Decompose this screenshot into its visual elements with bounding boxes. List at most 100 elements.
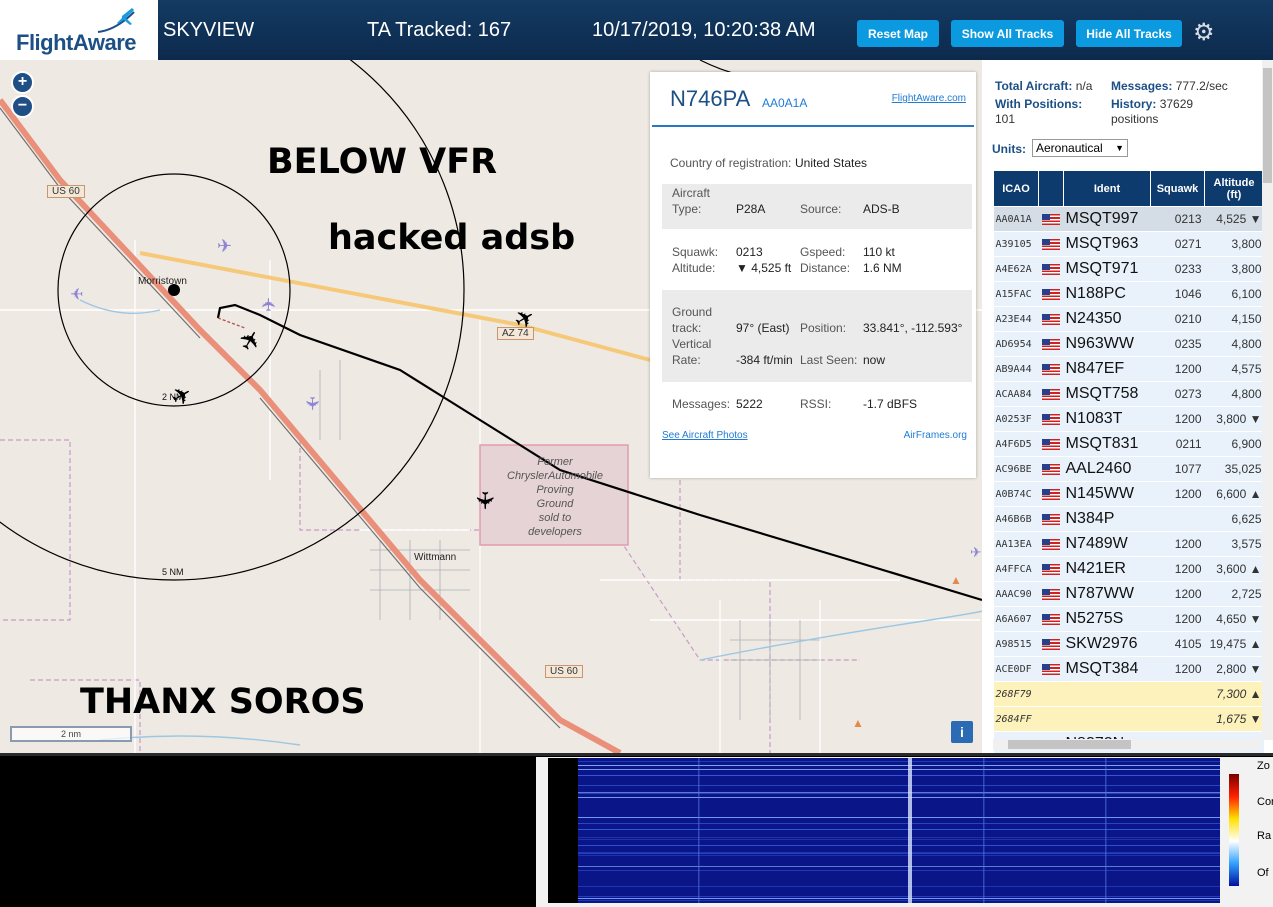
table-row[interactable]: AA0A1A MSQT997 0213 4,525 ▼ <box>993 206 1264 232</box>
waterfall-carrier <box>908 758 912 903</box>
waterfall-line <box>578 823 1220 824</box>
zoom-out-button[interactable]: − <box>11 95 34 118</box>
airframes-link[interactable]: AirFrames.org <box>904 430 967 441</box>
us-flag-icon <box>1042 514 1060 526</box>
show-all-tracks-button[interactable]: Show All Tracks <box>951 20 1064 47</box>
icao-cell: A15FAC <box>993 281 1039 307</box>
table-row[interactable]: A0B74C N145WW 1200 6,600 ▲ <box>993 481 1264 507</box>
altitude-cell: 4,800 <box>1204 331 1264 357</box>
aircraft-icon[interactable]: ✈ <box>970 544 982 561</box>
waterfall-carrier <box>1105 758 1107 903</box>
ident-cell <box>1063 706 1151 732</box>
gear-icon[interactable]: ⚙ <box>1193 18 1215 47</box>
icao-cell: AB9A44 <box>993 356 1039 382</box>
col-icao[interactable]: ICAO <box>993 170 1039 207</box>
table-row[interactable]: A0253F N1083T 1200 3,800 ▼ <box>993 406 1264 432</box>
waterfall-line <box>578 792 1220 793</box>
zoom-in-button[interactable]: + <box>11 71 34 94</box>
col-ident[interactable]: Ident <box>1063 170 1151 207</box>
squawk-cell: 0233 <box>1150 256 1205 282</box>
table-row[interactable]: A4FFCA N421ER 1200 3,600 ▲ <box>993 556 1264 582</box>
table-row[interactable]: A46B6B N384P 6,625 <box>993 506 1264 532</box>
squawk-cell: 4105 <box>1150 631 1205 657</box>
icao-cell: A39105 <box>993 231 1039 257</box>
aircraft-icon[interactable]: ✈ <box>70 283 83 303</box>
aircraft-photos-link[interactable]: See Aircraft Photos <box>662 430 748 441</box>
table-row[interactable]: AB9A44 N847EF 1200 4,575 <box>993 356 1264 382</box>
ident-cell: N963WW <box>1063 331 1151 357</box>
track-value: 97° (East) <box>736 321 790 335</box>
messages-rate-label: Messages: 777.2/sec <box>1111 79 1228 93</box>
altitude-cell: 2,725 <box>1204 581 1264 607</box>
table-row[interactable]: ACE0DF MSQT384 1200 2,800 ▼ <box>993 656 1264 682</box>
squawk-cell: 1200 <box>1150 606 1205 632</box>
ident-cell: MSQT997 <box>1063 206 1151 232</box>
ident-cell: MSQT831 <box>1063 431 1151 457</box>
table-row[interactable]: AD6954 N963WW 0235 4,800 <box>993 331 1264 357</box>
altitude-cell: 4,800 <box>1204 381 1264 407</box>
sidebar-scroll-thumb[interactable] <box>1263 68 1272 183</box>
flag-cell <box>1038 406 1064 432</box>
col-squawk[interactable]: Squawk <box>1150 170 1205 207</box>
messages-rate-label-text: Messages: <box>1111 79 1173 93</box>
color-scale-bar <box>1229 774 1239 886</box>
info-button[interactable]: i <box>951 721 973 743</box>
table-row[interactable]: A4F6D5 MSQT831 0211 6,900 <box>993 431 1264 457</box>
squawk-cell: 1200 <box>1150 556 1205 582</box>
icao-cell: A98515 <box>993 631 1039 657</box>
table-row[interactable]: A98515 SKW2976 4105 19,475 ▲ <box>993 631 1264 657</box>
altitude-cell: 1,675 ▼ <box>1204 706 1264 732</box>
squawk-cell: 0273 <box>1150 381 1205 407</box>
col-altitude[interactable]: Altitude (ft) <box>1204 170 1264 207</box>
table-row[interactable]: A39105 MSQT963 0271 3,800 <box>993 231 1264 257</box>
table-row[interactable]: A15FAC N188PC 1046 6,100 <box>993 281 1264 307</box>
us-flag-icon <box>1042 364 1060 376</box>
ident-cell: SKW2976 <box>1063 631 1151 657</box>
altitude-cell: 35,025 <box>1204 456 1264 482</box>
flag-cell <box>1038 331 1064 357</box>
header-bar: FlightAware SKYVIEW TA Tracked: 167 10/1… <box>0 0 1273 60</box>
squawk-cell: 1200 <box>1150 531 1205 557</box>
us-flag-icon <box>1042 389 1060 401</box>
squawk-cell: 1077 <box>1150 456 1205 482</box>
squawk-cell <box>1150 506 1205 532</box>
altitude-cell: 6,100 <box>1204 281 1264 307</box>
units-select[interactable]: Aeronautical ▼ <box>1032 139 1128 157</box>
col-flag[interactable] <box>1038 170 1064 207</box>
reset-map-button[interactable]: Reset Map <box>857 20 939 47</box>
squawk-cell: 0235 <box>1150 331 1205 357</box>
flag-cell <box>1038 556 1064 582</box>
aircraft-icon[interactable]: ▲ <box>852 716 864 730</box>
flag-cell <box>1038 256 1064 282</box>
table-horizontal-scroll-thumb[interactable] <box>1008 740 1131 749</box>
units-select-value: Aeronautical <box>1036 141 1103 155</box>
flag-cell <box>1038 381 1064 407</box>
table-row[interactable]: AA13EA N7489W 1200 3,575 <box>993 531 1264 557</box>
flightaware-logo[interactable]: FlightAware <box>0 0 158 60</box>
messages-value: 5222 <box>736 397 763 411</box>
squawk-cell: 1200 <box>1150 481 1205 507</box>
vertical-rate-value: -384 ft/min <box>736 353 793 367</box>
history-label: History: 37629 <box>1111 97 1193 111</box>
aircraft-icon[interactable]: ✈ <box>259 297 280 312</box>
table-row[interactable]: A23E44 N24350 0210 4,150 <box>993 306 1264 332</box>
flag-cell <box>1038 581 1064 607</box>
table-row[interactable]: A6A607 N5275S 1200 4,650 ▼ <box>993 606 1264 632</box>
aircraft-icon[interactable]: ✈ <box>301 396 322 411</box>
aircraft-icon[interactable]: ✈ <box>470 490 499 510</box>
hide-all-tracks-button[interactable]: Hide All Tracks <box>1076 20 1182 47</box>
table-row[interactable]: ACAA84 MSQT758 0273 4,800 <box>993 381 1264 407</box>
table-row[interactable]: 268F79 7,300 ▲ <box>993 681 1264 707</box>
table-row[interactable]: A4E62A MSQT971 0233 3,800 <box>993 256 1264 282</box>
table-row[interactable]: 2684FF 1,675 ▼ <box>993 706 1264 732</box>
aircraft-table-body: AA0A1A MSQT997 0213 4,525 ▼ A39105 MSQT963 027… <box>993 206 1264 753</box>
flightaware-link[interactable]: FlightAware.com <box>892 93 966 104</box>
waterfall-line <box>578 761 1220 762</box>
table-row[interactable]: AC96BE AAL2460 1077 35,025 <box>993 456 1264 482</box>
table-row[interactable]: AAAC90 N787WW 1200 2,725 <box>993 581 1264 607</box>
us-flag-icon <box>1042 564 1060 576</box>
aircraft-icon[interactable]: ▲ <box>950 573 962 587</box>
altitude-cell: 3,800 <box>1204 256 1264 282</box>
aircraft-icon[interactable]: ✈ <box>217 236 232 257</box>
icao-cell: AAAC90 <box>993 581 1039 607</box>
